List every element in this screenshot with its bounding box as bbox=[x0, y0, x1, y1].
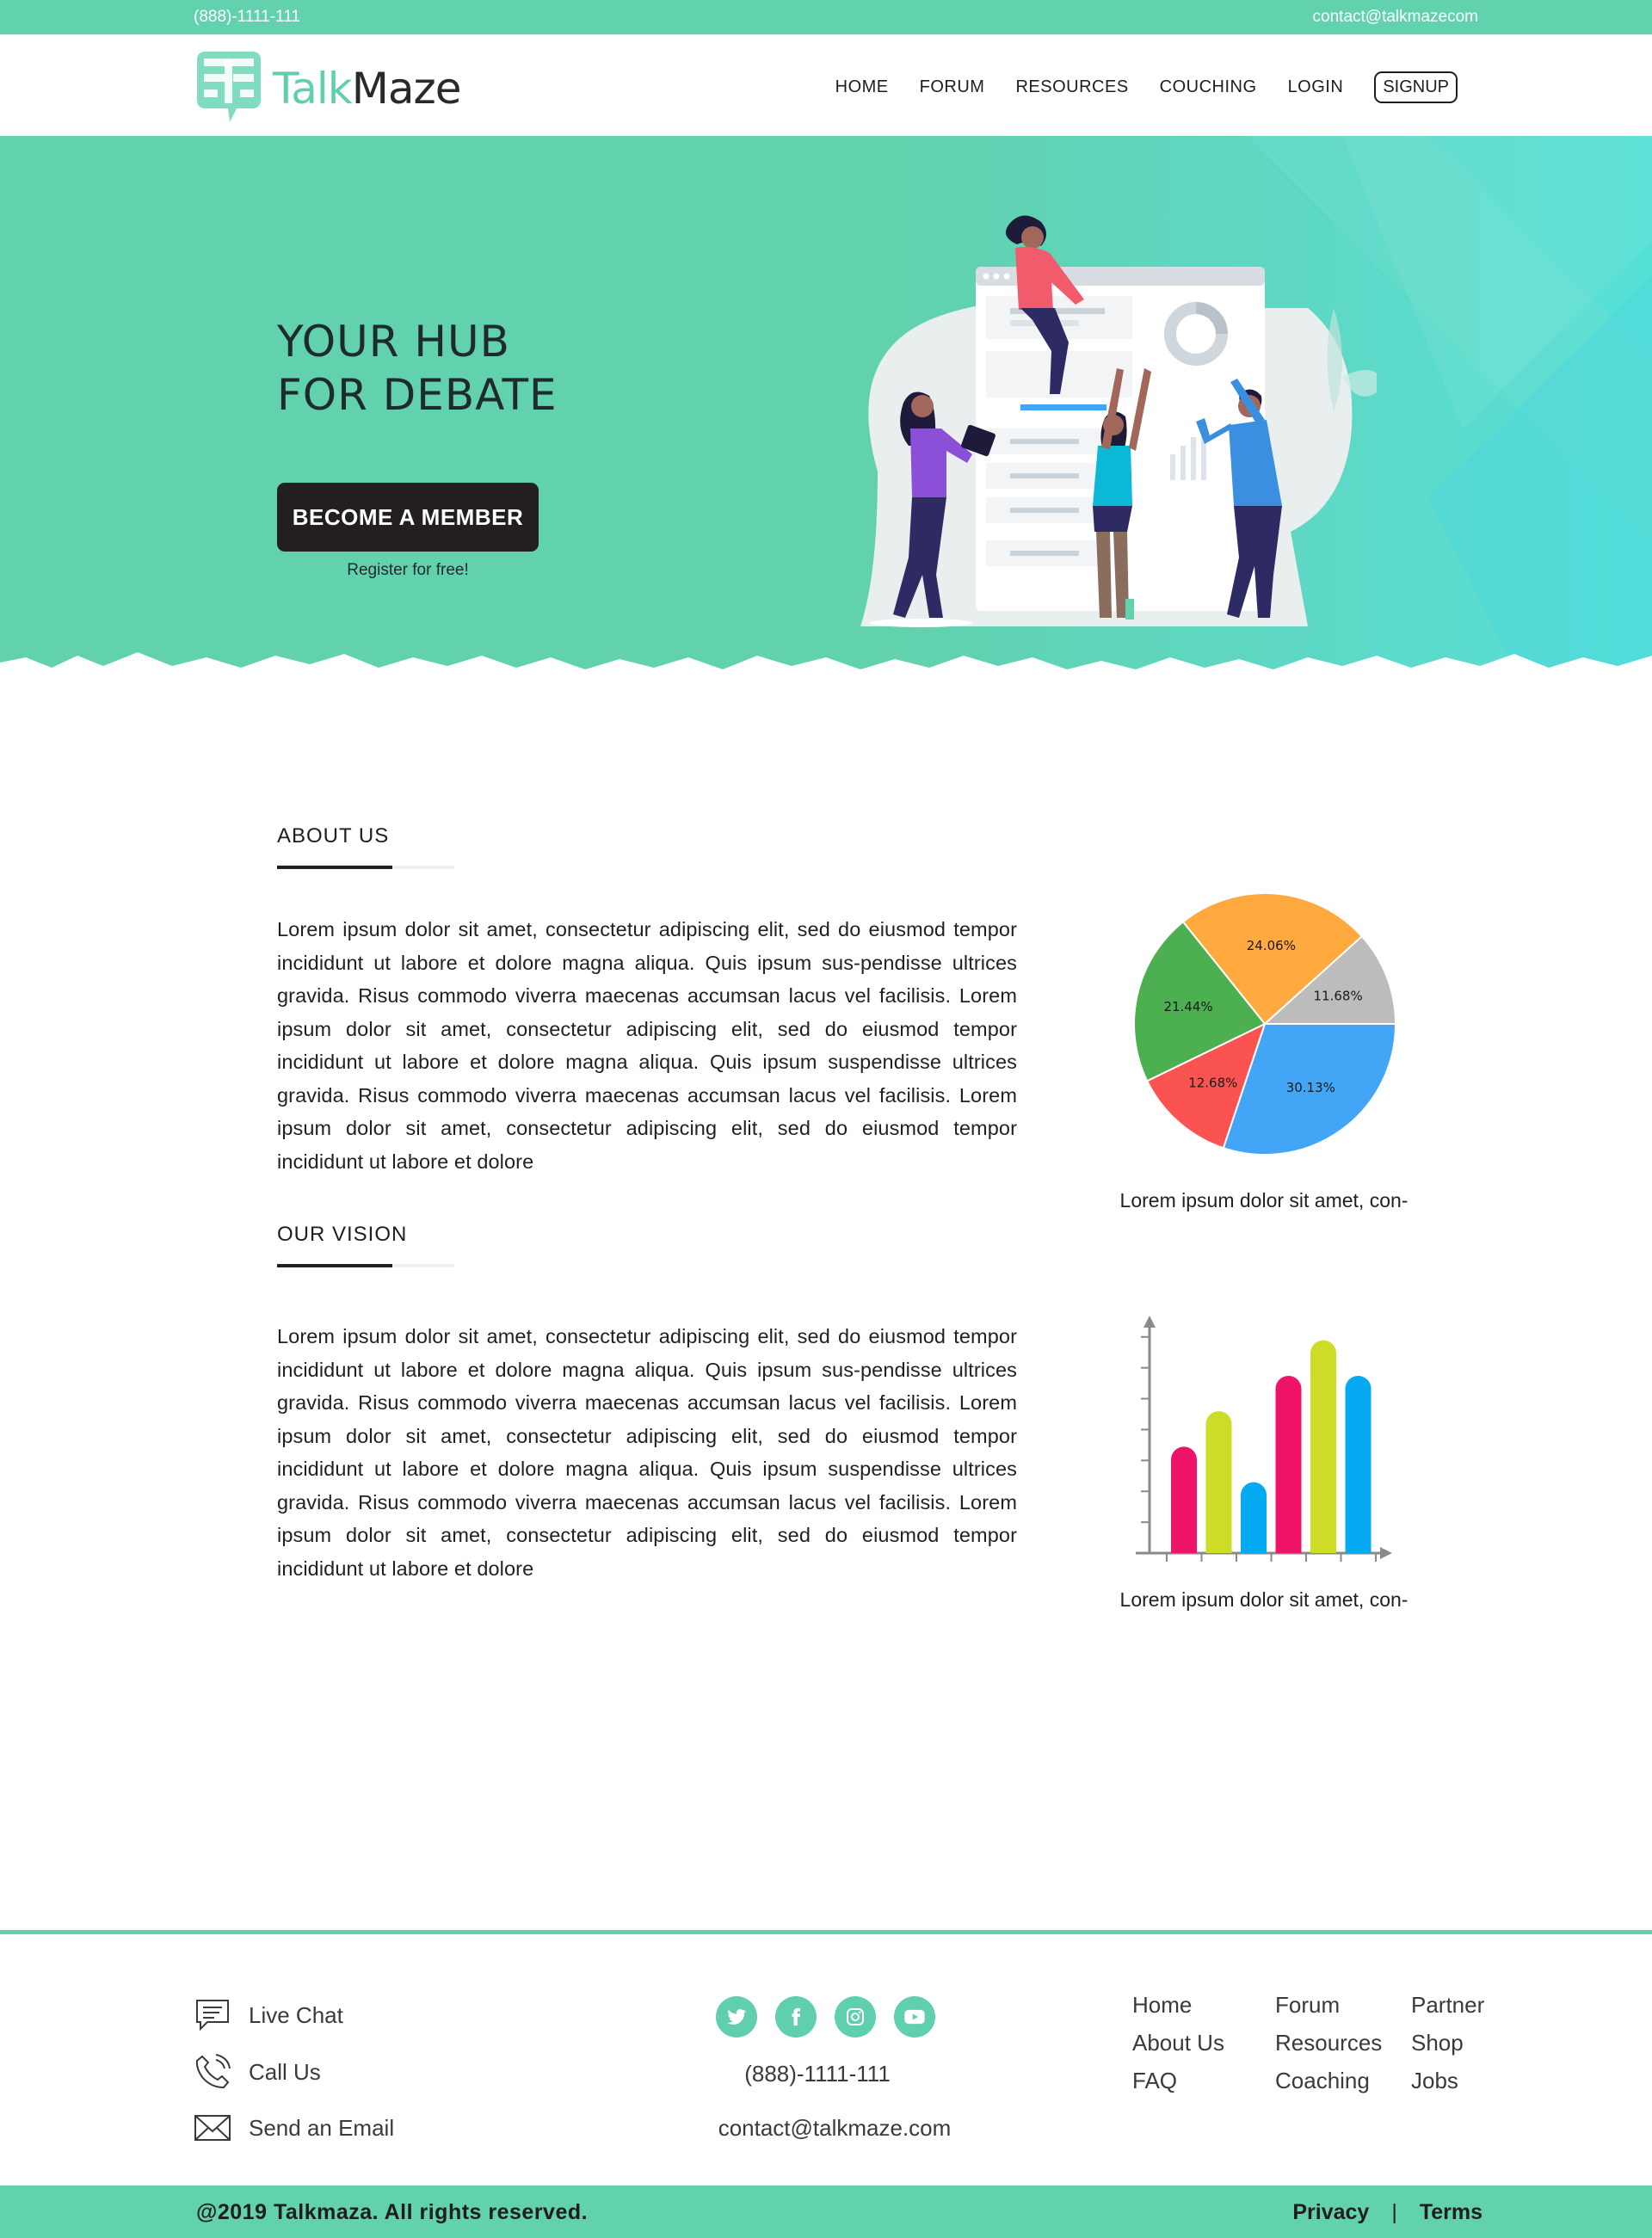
logo-word-talk: Talk bbox=[273, 64, 353, 114]
bar-2 bbox=[1241, 1482, 1267, 1553]
nav-forum[interactable]: FORUM bbox=[920, 77, 985, 97]
hero-banner: YOUR HUB FOR DEBATE BECOME A MEMBER Regi… bbox=[0, 136, 1652, 704]
twitter-button[interactable] bbox=[716, 1996, 757, 2038]
footer-top-divider bbox=[0, 1930, 1652, 1934]
top-phone[interactable]: (888)-1111-111 bbox=[194, 8, 300, 27]
vision-heading: OUR VISION bbox=[277, 1223, 408, 1246]
bar-y-axis-arrow bbox=[1143, 1316, 1156, 1328]
vision-heading-rule-accent bbox=[277, 1264, 392, 1267]
legal-links: Privacy | Terms bbox=[1292, 2200, 1482, 2225]
chat-bubble-icon bbox=[196, 2000, 229, 2031]
main-nav: HOME FORUM RESOURCES COUCHING LOGIN SIGN… bbox=[804, 71, 1458, 103]
bar-1 bbox=[1205, 1411, 1232, 1553]
envelope-icon bbox=[194, 2115, 231, 2141]
legal-separator: | bbox=[1391, 2200, 1397, 2224]
send-email-link[interactable]: Send an Email bbox=[194, 2109, 394, 2147]
pie-label-1: 11.68% bbox=[1314, 988, 1363, 1003]
logo-wordmark: TalkMaze bbox=[273, 64, 462, 114]
logo-word-maze: Maze bbox=[351, 64, 462, 114]
bar-4 bbox=[1310, 1340, 1336, 1553]
footer-phone[interactable]: (888)-1111-111 bbox=[654, 2061, 981, 2087]
bar-x-axis-arrow bbox=[1380, 1547, 1392, 1559]
footer-links-col3: Partner Shop Jobs bbox=[1411, 1986, 1484, 2099]
copyright-text: @2019 Talkmaza. All rights reserved. bbox=[196, 2200, 589, 2224]
pie-label-0: 24.06% bbox=[1247, 938, 1296, 953]
facebook-icon bbox=[792, 2007, 801, 2026]
nav-resources[interactable]: RESOURCES bbox=[1015, 77, 1128, 97]
send-email-label: Send an Email bbox=[249, 2114, 395, 2141]
footer-link-resources[interactable]: Resources bbox=[1275, 2024, 1382, 2062]
footer-link-forum[interactable]: Forum bbox=[1275, 1986, 1382, 2024]
vision-heading-rule bbox=[277, 1264, 454, 1267]
vision-text: Lorem ipsum dolor sit amet, consectetur … bbox=[277, 1325, 1017, 1580]
live-chat-link[interactable]: Live Chat bbox=[194, 1996, 343, 2034]
call-us-label: Call Us bbox=[249, 2058, 321, 2085]
pie-label-2: 30.13% bbox=[1286, 1080, 1335, 1095]
logo-mark-icon bbox=[197, 52, 261, 122]
top-contact-bar: (888)-1111-111 contact@talkmazecom bbox=[0, 0, 1652, 34]
footer-link-jobs[interactable]: Jobs bbox=[1411, 2062, 1484, 2099]
youtube-icon bbox=[904, 2009, 925, 2025]
pie-label-4: 21.44% bbox=[1163, 999, 1212, 1014]
footer-link-shop[interactable]: Shop bbox=[1411, 2024, 1484, 2062]
nav-signup-button[interactable]: SIGNUP bbox=[1374, 71, 1458, 103]
footer-links-col1: Home About Us FAQ bbox=[1132, 1986, 1224, 2099]
terms-link[interactable]: Terms bbox=[1420, 2200, 1482, 2225]
about-pie-chart: 24.06% 11.68% 30.13% 12.68% 21.44% bbox=[1133, 892, 1397, 1156]
footer-link-home[interactable]: Home bbox=[1132, 1986, 1224, 2024]
instagram-button[interactable] bbox=[835, 1996, 876, 2038]
hero-title: YOUR HUB FOR DEBATE bbox=[277, 315, 558, 422]
about-heading: ABOUT US bbox=[277, 824, 390, 848]
privacy-link[interactable]: Privacy bbox=[1292, 2200, 1369, 2225]
footer-link-faq[interactable]: FAQ bbox=[1132, 2062, 1224, 2099]
logo[interactable]: TalkMaze bbox=[194, 48, 469, 126]
hero-title-line1: YOUR HUB bbox=[277, 317, 510, 367]
twitter-icon bbox=[727, 2009, 747, 2025]
site-header: TalkMaze HOME FORUM RESOURCES COUCHING L… bbox=[0, 34, 1652, 136]
social-links bbox=[716, 1996, 953, 2038]
call-us-link[interactable]: Call Us bbox=[194, 2053, 321, 2091]
about-chart-caption: Lorem ipsum dolor sit amet, con- bbox=[1119, 1189, 1409, 1211]
youtube-button[interactable] bbox=[894, 1996, 935, 2038]
hero-title-line2: FOR DEBATE bbox=[277, 370, 558, 420]
top-email[interactable]: contact@talkmazecom bbox=[1313, 8, 1478, 27]
about-text: Lorem ipsum dolor sit amet, consectetur … bbox=[277, 918, 1017, 1173]
phone-icon bbox=[195, 2054, 231, 2089]
team-collaboration-illustration bbox=[860, 215, 1377, 627]
register-free-note: Register for free! bbox=[347, 561, 469, 579]
footer-email[interactable]: contact@talkmaze.com bbox=[654, 2115, 1015, 2142]
footer-link-about-us[interactable]: About Us bbox=[1132, 2024, 1224, 2062]
vision-bar-chart bbox=[1136, 1316, 1392, 1562]
footer-links-col2: Forum Resources Coaching bbox=[1275, 1986, 1382, 2099]
copyright-bar: @2019 Talkmaza. All rights reserved. Pri… bbox=[0, 2186, 1652, 2238]
pie-label-3: 12.68% bbox=[1188, 1076, 1237, 1091]
nav-login[interactable]: LOGIN bbox=[1288, 77, 1344, 97]
bar-0 bbox=[1171, 1446, 1197, 1553]
instagram-icon bbox=[847, 2008, 864, 2025]
about-heading-rule bbox=[277, 866, 454, 869]
facebook-button[interactable] bbox=[775, 1996, 817, 2038]
bar-chart-bars bbox=[1171, 1340, 1372, 1553]
live-chat-label: Live Chat bbox=[249, 2001, 343, 2028]
nav-home[interactable]: HOME bbox=[835, 77, 889, 97]
footer-link-coaching[interactable]: Coaching bbox=[1275, 2062, 1382, 2099]
become-member-button[interactable]: BECOME A MEMBER bbox=[277, 483, 539, 552]
footer-link-partner[interactable]: Partner bbox=[1411, 1986, 1484, 2024]
vision-chart-caption: Lorem ipsum dolor sit amet, con- bbox=[1119, 1588, 1409, 1611]
about-heading-rule-accent bbox=[277, 866, 392, 869]
bar-3 bbox=[1275, 1375, 1302, 1553]
bar-5 bbox=[1345, 1375, 1372, 1553]
pie-slices bbox=[1133, 892, 1397, 1156]
nav-couching[interactable]: COUCHING bbox=[1160, 77, 1257, 97]
